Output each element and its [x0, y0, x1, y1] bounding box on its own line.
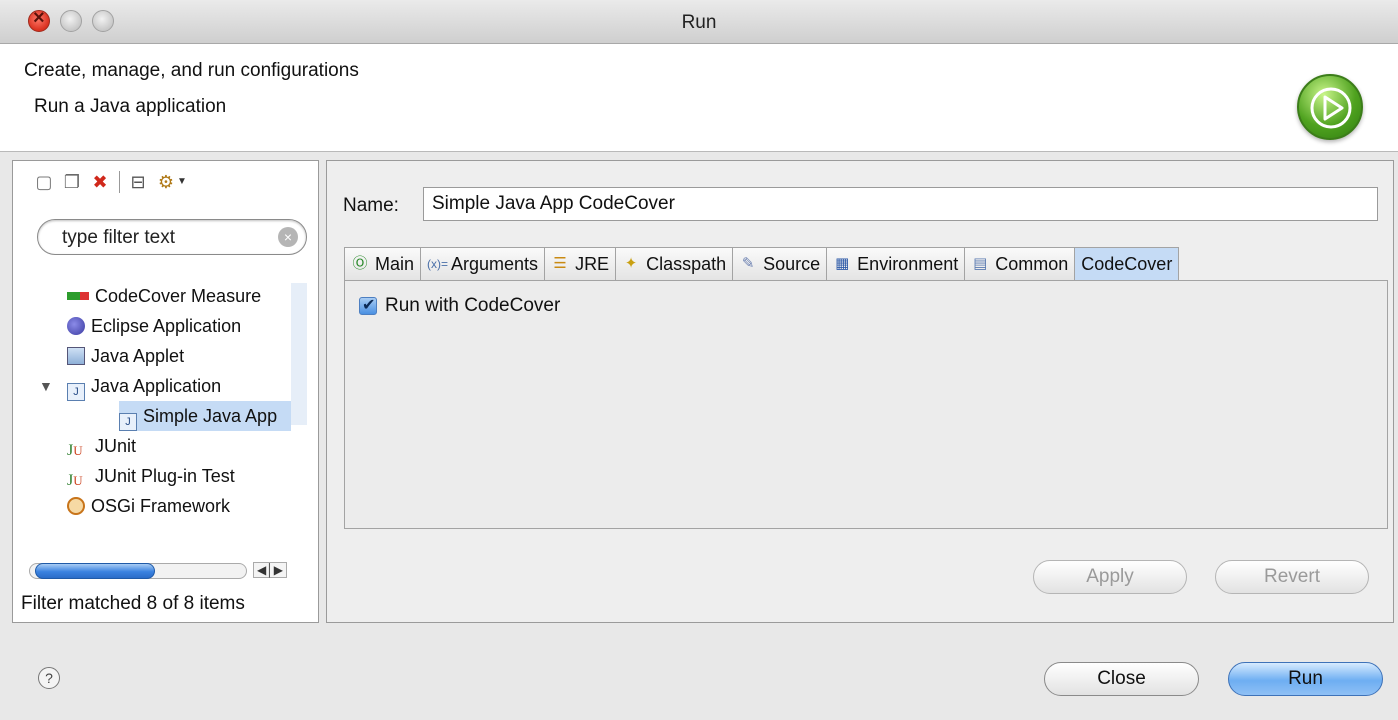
filter-status-text: Filter matched 8 of 8 items	[21, 593, 245, 614]
tree-item-codecover-measure[interactable]: CodeCover Measure	[67, 281, 261, 311]
filter-configurations-icon[interactable]: ⚙	[155, 171, 177, 193]
tree-item-label: CodeCover Measure	[95, 286, 262, 306]
new-configuration-icon[interactable]: ▢	[33, 171, 55, 193]
toolbar-separator	[119, 171, 120, 193]
tab-arguments[interactable]: (x)= Arguments	[420, 247, 545, 281]
dialog-title: Create, manage, and run configurations	[24, 60, 359, 81]
help-icon[interactable]: ?	[38, 667, 60, 689]
tab-label: Main	[375, 254, 415, 274]
clear-filter-icon[interactable]: ×	[278, 227, 298, 247]
tree-vertical-scrollbar[interactable]	[291, 283, 307, 425]
checkbox-label: Run with CodeCover	[385, 295, 561, 316]
run-with-codecover-option[interactable]: Run with CodeCover	[359, 295, 560, 317]
duplicate-configuration-icon[interactable]: ❐	[61, 171, 83, 193]
collapse-all-icon[interactable]: ⊟	[127, 171, 149, 193]
jre-tab-icon: ☰	[553, 255, 567, 272]
tree-item-eclipse-application[interactable]: Eclipse Application	[67, 311, 241, 341]
tree-item-label: JUnit	[95, 436, 137, 456]
tab-environment[interactable]: ▦ Environment	[826, 247, 965, 281]
tab-label: Environment	[857, 254, 959, 274]
tree-item-simple-java-app[interactable]: J Simple Java App	[119, 401, 291, 431]
tree-item-java-applet[interactable]: Java Applet	[67, 341, 184, 371]
scrollbar-thumb[interactable]	[35, 563, 155, 579]
tree-item-osgi-framework[interactable]: OSGi Framework	[67, 491, 230, 521]
common-tab-icon: ▤	[973, 255, 988, 272]
tree-horizontal-scrollbar[interactable]: ◀│▶	[21, 561, 311, 581]
tab-source[interactable]: ✎ Source	[732, 247, 827, 281]
scroll-arrows-icon[interactable]: ◀│▶	[253, 562, 287, 578]
tab-label: Arguments	[451, 254, 539, 274]
configuration-list-panel: ▢ ❐ ✖ ⊟ ⚙ ▼ × CodeCover Measure Eclipse …	[12, 160, 319, 623]
name-label: Name:	[343, 195, 399, 216]
configuration-name-input[interactable]	[423, 187, 1378, 221]
tab-label: Source	[763, 254, 821, 274]
java-application-icon: J	[67, 383, 85, 401]
tree-item-label: Eclipse Application	[91, 316, 242, 336]
eclipse-icon	[67, 317, 85, 335]
tree-item-label: OSGi Framework	[91, 496, 231, 516]
configuration-tree: CodeCover Measure Eclipse Application Ja…	[13, 281, 318, 551]
codecover-icon	[67, 292, 89, 300]
junit-plugin-icon: JU	[67, 472, 83, 489]
title-bar: Run	[0, 0, 1398, 44]
window-title: Run	[681, 12, 717, 33]
arguments-tab-icon: (x)=	[427, 257, 449, 271]
tree-item-label: Simple Java App	[143, 406, 278, 426]
main-tab-icon: Ⓞ	[352, 255, 368, 272]
classpath-tab-icon: ✦	[624, 255, 638, 272]
tab-jre[interactable]: ☰ JRE	[544, 247, 616, 281]
tab-main[interactable]: Ⓞ Main	[344, 247, 421, 281]
expand-triangle-icon[interactable]: ▼	[39, 371, 53, 401]
tab-classpath[interactable]: ✦ Classpath	[615, 247, 733, 281]
apply-button[interactable]: Apply	[1033, 560, 1187, 594]
close-button[interactable]: Close	[1044, 662, 1199, 696]
junit-icon: JU	[67, 442, 83, 459]
configuration-editor-panel: Name: Ⓞ Main (x)=Arguments ☰ JRE ✦ Classpat…	[326, 160, 1394, 623]
filter-input[interactable]	[60, 226, 260, 250]
environment-tab-icon: ▦	[835, 255, 850, 272]
revert-button[interactable]: Revert	[1215, 560, 1369, 594]
configuration-toolbar: ▢ ❐ ✖ ⊟ ⚙ ▼	[13, 161, 318, 201]
run-button[interactable]: Run	[1228, 662, 1383, 696]
tree-item-junit[interactable]: JU JUnit	[67, 431, 136, 461]
filter-field[interactable]: ×	[37, 219, 307, 255]
configuration-tabs: Ⓞ Main (x)= Arguments ☰ JRE ✦ Classpath ✎ Sou…	[344, 247, 1180, 281]
tab-codecover[interactable]: CodeCover	[1074, 247, 1180, 281]
tab-label: CodeCover	[1081, 254, 1173, 274]
tab-label: Common	[995, 254, 1069, 274]
tree-item-label: JUnit Plug-in Test	[95, 466, 235, 486]
tab-label: Classpath	[646, 254, 727, 274]
osgi-icon	[67, 497, 85, 515]
source-tab-icon: ✎	[741, 255, 755, 272]
chevron-down-icon[interactable]: ▼	[177, 171, 187, 193]
tree-item-label: Java Application	[91, 376, 222, 396]
java-application-icon: J	[119, 413, 137, 431]
dialog-subtitle: Run a Java application	[34, 96, 227, 117]
run-play-icon	[1297, 74, 1363, 140]
tab-common[interactable]: ▤ Common	[964, 247, 1075, 281]
tree-item-java-application[interactable]: J Java Application	[67, 371, 221, 401]
delete-configuration-icon[interactable]: ✖	[89, 171, 111, 193]
tree-item-junit-plugin-test[interactable]: JU JUnit Plug-in Test	[67, 461, 235, 491]
dialog-header: Create, manage, and run configurations R…	[0, 44, 1398, 152]
codecover-tab-content: Run with CodeCover	[344, 280, 1388, 529]
run-with-codecover-checkbox[interactable]	[359, 295, 377, 315]
tab-label: JRE	[575, 254, 610, 274]
tree-item-label: Java Applet	[91, 346, 185, 366]
java-applet-icon	[67, 347, 85, 365]
